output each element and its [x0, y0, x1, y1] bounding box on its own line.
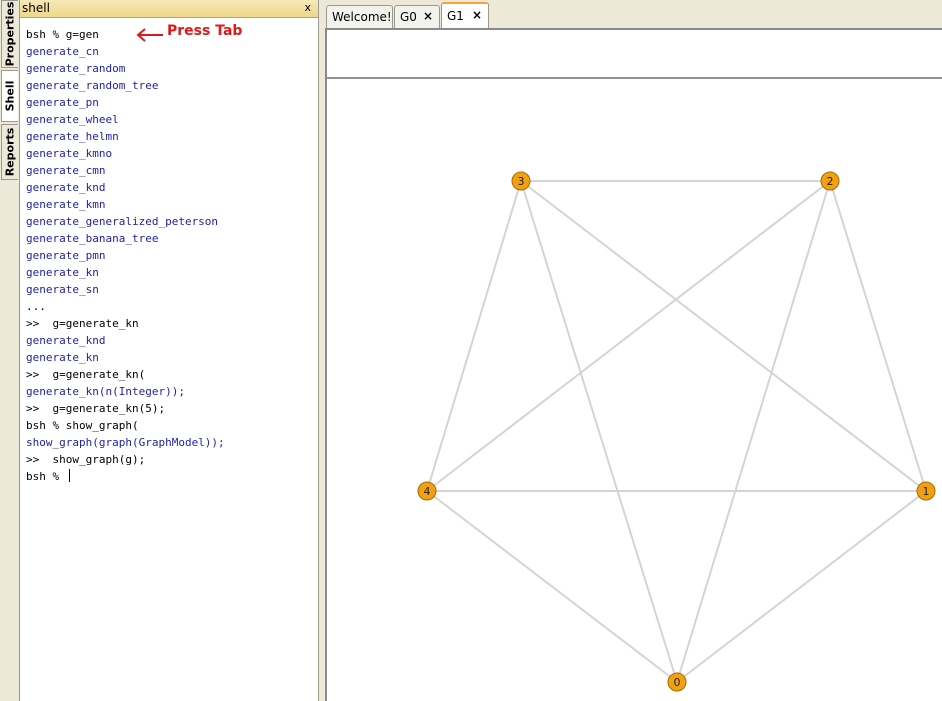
- console-output-line: generate_kn: [26, 266, 99, 279]
- console-output-line: show_graph(graph(GraphModel));: [26, 436, 225, 449]
- shell-title: shell: [22, 1, 50, 15]
- console-output-line: generate_kn: [26, 351, 99, 364]
- annotation-label: Press Tab: [167, 23, 243, 39]
- console-command-line: >> show_graph(g);: [26, 453, 146, 466]
- console-command-line: ...: [26, 300, 46, 313]
- tab-g1-close-icon[interactable]: ×: [472, 8, 482, 22]
- side-tab-properties-label: Properties: [3, 1, 17, 67]
- console-output-line: generate_pn: [26, 96, 99, 109]
- shell-console[interactable]: bsh % g=gen generate_cn generate_random gen…: [26, 26, 225, 485]
- graph-node-label: 0: [674, 676, 681, 689]
- graph-edge-1-3[interactable]: [520, 180, 927, 492]
- console-output-line: generate_helmn: [26, 130, 119, 143]
- console-command-line: >> g=generate_kn(: [26, 368, 146, 381]
- tab-welcome-label: Welcome!: [332, 10, 392, 24]
- tab-welcome[interactable]: Welcome!: [326, 5, 393, 28]
- console-output-line: generate_banana_tree: [26, 232, 159, 245]
- graph-edge-3-4[interactable]: [426, 180, 522, 492]
- annotation-arrow-icon: [136, 28, 163, 42]
- graph-node-1[interactable]: 1: [916, 481, 936, 501]
- graph-edge-0-4[interactable]: [426, 490, 678, 683]
- graph-editor: 0 1 2 3 4: [325, 28, 942, 701]
- tab-g0[interactable]: G0 ×: [394, 5, 440, 28]
- shell-close-button[interactable]: x: [304, 1, 311, 14]
- text-cursor: [68, 469, 70, 482]
- console-output-line: generate_kn(n(Integer));: [26, 385, 185, 398]
- graph-toolbar: [327, 30, 942, 79]
- graph-node-0[interactable]: 0: [667, 672, 687, 692]
- console-output-line: generate_sn: [26, 283, 99, 296]
- tab-g0-close-icon[interactable]: ×: [423, 9, 433, 23]
- console-command-line: >> g=generate_kn(5);: [26, 402, 166, 415]
- graph-edge-1-2[interactable]: [829, 180, 927, 492]
- console-output-line: generate_kmn: [26, 198, 106, 211]
- graph-edge-0-1[interactable]: [676, 490, 927, 683]
- console-output-line: generate_generalized_peterson: [26, 215, 219, 228]
- console-output-line: generate_knd: [26, 181, 106, 194]
- graph-edge-0-2[interactable]: [676, 180, 831, 683]
- side-tab-strip: Properties Shell Reports: [0, 0, 19, 701]
- tab-g1[interactable]: G1 ×: [441, 2, 489, 28]
- graph-node-3[interactable]: 3: [511, 171, 531, 191]
- tab-g1-label: G1: [447, 9, 464, 23]
- graph-node-2[interactable]: 2: [820, 171, 840, 191]
- graph-node-label: 2: [827, 175, 834, 188]
- shell-header: shell x: [20, 0, 318, 18]
- tab-g0-label: G0: [400, 10, 417, 24]
- editor-tab-bar: Welcome! G0 × G1 ×: [325, 0, 942, 28]
- console-output-line: generate_knd: [26, 334, 106, 347]
- graph-canvas[interactable]: 0 1 2 3 4: [327, 79, 942, 701]
- graph-node-4[interactable]: 4: [417, 481, 437, 501]
- console-output-line: generate_cmn: [26, 164, 106, 177]
- side-tab-shell[interactable]: Shell: [1, 70, 18, 122]
- edges-layer: [426, 180, 927, 683]
- console-output-line: generate_cn: [26, 45, 99, 58]
- side-tab-properties[interactable]: Properties: [1, 0, 18, 68]
- console-output-line: generate_random_tree: [26, 79, 159, 92]
- graph-edge-0-3[interactable]: [520, 180, 678, 683]
- graph-node-label: 1: [923, 485, 930, 498]
- console-output-line: generate_random: [26, 62, 126, 75]
- console-output-line: generate_wheel: [26, 113, 119, 126]
- side-tab-reports-label: Reports: [3, 127, 17, 177]
- side-tab-shell-label: Shell: [3, 80, 17, 112]
- console-command-line: bsh %: [26, 468, 225, 485]
- console-command-line: bsh % show_graph(: [26, 419, 139, 432]
- console-output-line: generate_pmn: [26, 249, 106, 262]
- shell-panel: shell x bsh % g=gen generate_cn generate_r…: [19, 0, 319, 701]
- side-tab-reports[interactable]: Reports: [1, 124, 18, 180]
- graph-node-label: 3: [518, 175, 525, 188]
- console-output-line: generate_kmno: [26, 147, 113, 160]
- nodes-layer: 0 1 2 3 4: [417, 171, 936, 692]
- graph-edge-2-4[interactable]: [426, 180, 831, 492]
- graph-node-label: 4: [424, 485, 431, 498]
- console-command-line: >> g=generate_kn: [26, 317, 139, 330]
